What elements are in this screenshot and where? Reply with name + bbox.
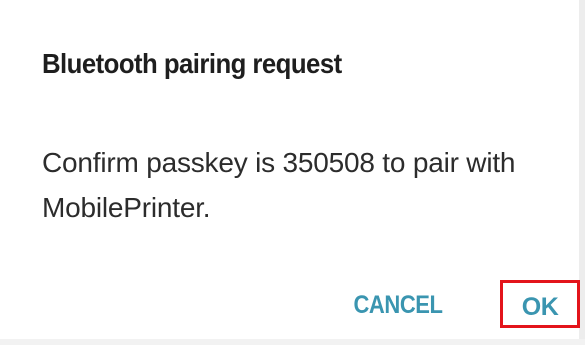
bluetooth-pairing-dialog: Bluetooth pairing request Confirm passke… bbox=[0, 0, 585, 345]
dialog-actions: CANCEL OK bbox=[0, 280, 585, 332]
dialog-title: Bluetooth pairing request bbox=[42, 48, 342, 79]
dialog-message: Confirm passkey is 350508 to pair with M… bbox=[42, 147, 516, 223]
ok-button[interactable]: OK bbox=[500, 280, 580, 328]
dialog-bottom-edge bbox=[0, 339, 585, 345]
cancel-button[interactable]: CANCEL bbox=[345, 282, 451, 328]
